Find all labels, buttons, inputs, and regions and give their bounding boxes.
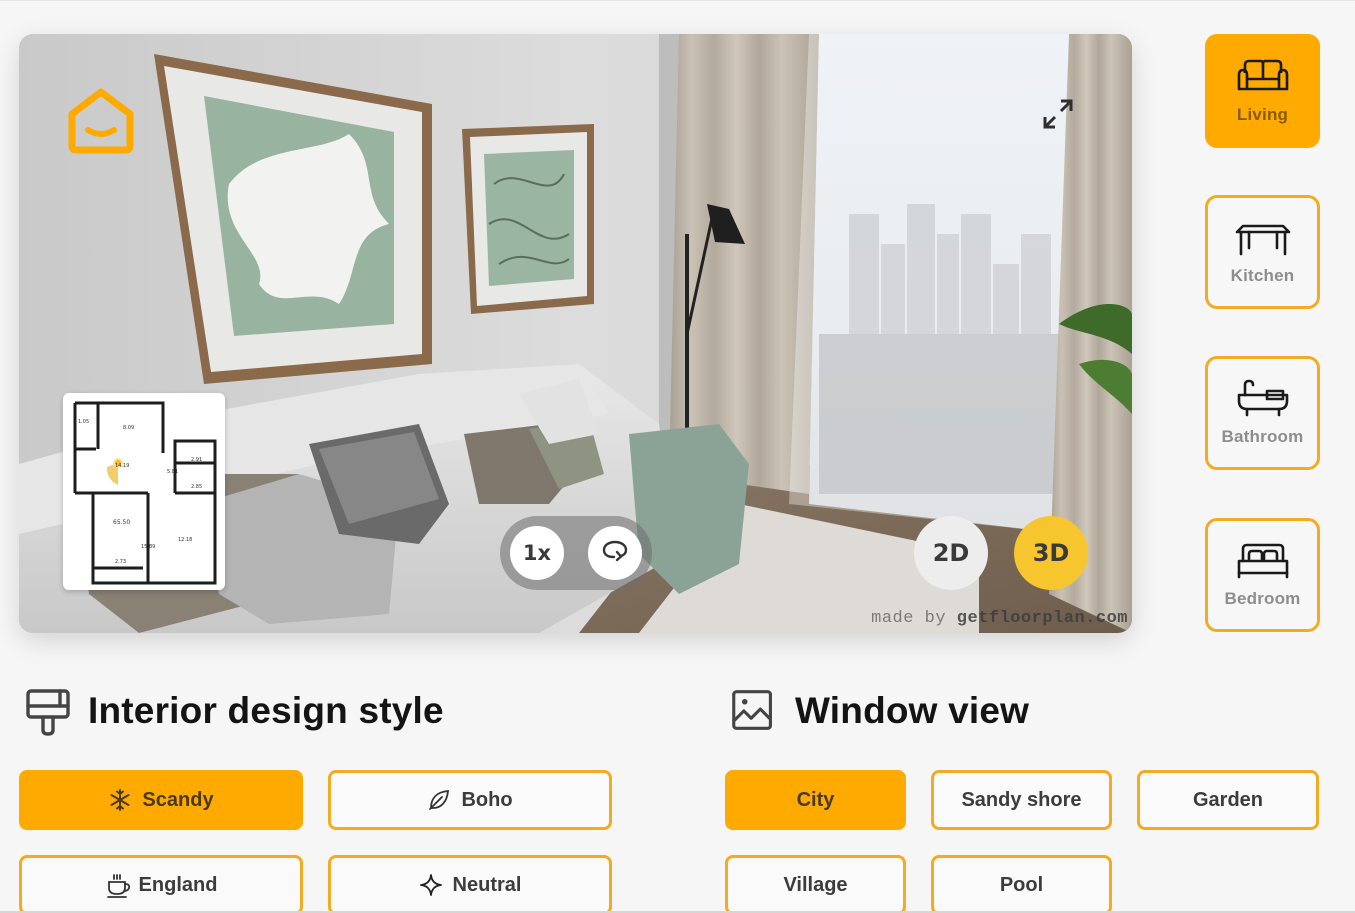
minimap-area-label: 1.05 [78,419,89,425]
table-icon [1235,218,1291,258]
room-tab-label: Living [1236,105,1289,124]
room-tab-living[interactable]: Living [1205,34,1320,148]
view-option-label: Village [783,873,848,896]
watermark-site: getfloorplan.com [956,609,1128,628]
style-option-neutral[interactable]: Neutral [328,855,612,913]
room-tab-bedroom[interactable]: Bedroom [1205,518,1320,632]
minimap-area-label: 2.73 [115,559,126,565]
view-option-garden[interactable]: Garden [1137,770,1319,830]
rotate-icon [600,536,630,571]
view-option-pool[interactable]: Pool [931,855,1112,913]
minimap-area-label: 5.81 [167,469,178,475]
minimap-area-label: 8.09 [123,425,134,431]
style-option-label: Scandy [142,788,214,811]
style-option-scandy[interactable]: Scandy [19,770,303,830]
window-view-title: Window view [795,690,1030,731]
playback-controls: 1x [500,516,652,590]
leaf-icon [427,788,451,812]
speed-button[interactable]: 1x [510,526,564,580]
floorplan-minimap[interactable]: 1.05 8.09 14.19 5.81 2.91 2.85 65.50 15.… [63,393,225,590]
style-option-label: Neutral [452,873,522,896]
sparkle-icon [419,873,443,897]
view-option-village[interactable]: Village [725,855,906,913]
view-option-label: Sandy shore [961,788,1082,811]
minimap-area-label: 2.85 [191,484,202,490]
room-tab-label: Kitchen [1230,266,1295,285]
room-3d-viewer[interactable]: 1.05 8.09 14.19 5.81 2.91 2.85 65.50 15.… [19,34,1132,633]
view-option-label: City [796,788,835,811]
view-option-label: Pool [999,873,1044,896]
window-view-header: Window view [731,681,1029,741]
watermark: made by getfloorplan.com [871,609,1128,628]
room-tab-label: Bedroom [1224,589,1301,608]
view-option-sandy-shore[interactable]: Sandy shore [931,770,1112,830]
minimap-area-label: 15.89 [141,544,155,550]
image-icon [731,686,779,736]
minimap-area-label: 65.50 [113,519,130,526]
style-option-label: England [138,873,218,896]
room-tab-kitchen[interactable]: Kitchen [1205,195,1320,309]
watermark-prefix: made by [871,609,957,628]
style-option-boho[interactable]: Boho [328,770,612,830]
snowflake-icon [108,788,132,812]
minimap-area-label: 14.19 [115,463,129,469]
home-smile-logo [64,84,138,156]
room-tab-bathroom[interactable]: Bathroom [1205,356,1320,470]
room-tab-label: Bathroom [1221,427,1304,446]
bed-icon [1235,541,1291,581]
mode-3d-button[interactable]: 3D [1014,516,1088,590]
sofa-icon [1235,57,1291,97]
minimap-area-label: 12.18 [178,537,192,543]
style-option-label: Boho [461,788,513,811]
bathtub-icon [1235,379,1291,419]
minimap-area-label: 2.91 [191,457,202,463]
view-option-label: Garden [1192,788,1264,811]
expand-icon [1039,95,1077,138]
interior-style-header: Interior design style [24,681,444,741]
paint-brush-icon [24,686,72,736]
tea-cup-icon [105,873,130,898]
view-option-city[interactable]: City [725,770,906,830]
style-option-england[interactable]: England [19,855,303,913]
auto-rotate-button[interactable] [588,526,642,580]
mode-2d-button[interactable]: 2D [914,516,988,590]
interior-style-title: Interior design style [88,690,444,731]
fullscreen-button[interactable] [1036,94,1080,138]
